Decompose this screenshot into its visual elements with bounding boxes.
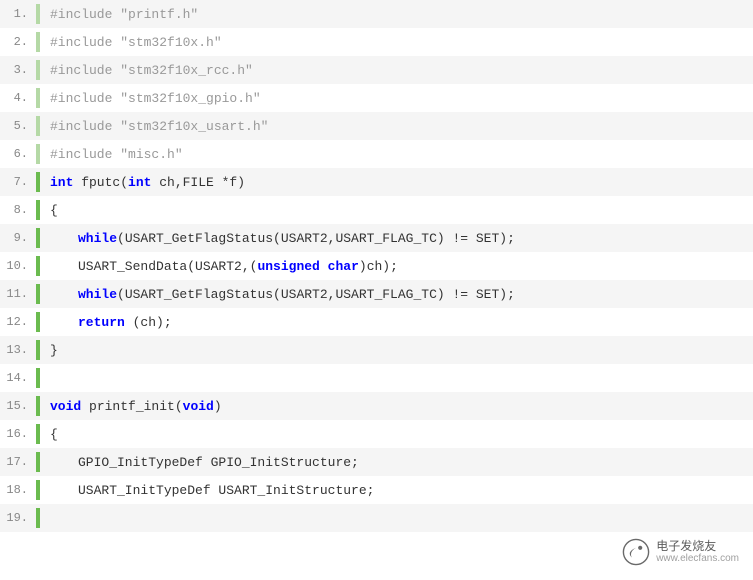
code-line[interactable]: 16. { xyxy=(0,420,753,448)
code-content: void printf_init(void) xyxy=(50,399,222,414)
code-line[interactable]: 6. #include "misc.h" xyxy=(0,140,753,168)
line-number: 6. xyxy=(0,147,36,161)
code-line[interactable]: 10. USART_SendData(USART2,(unsigned char)… xyxy=(0,252,753,280)
code-line[interactable]: 2. #include "stm32f10x.h" xyxy=(0,28,753,56)
watermark-title: 电子发烧友 xyxy=(656,539,739,553)
code-content: #include "stm32f10x_rcc.h" xyxy=(50,63,253,78)
code-content: while(USART_GetFlagStatus(USART2,USART_F… xyxy=(50,231,515,246)
code-line[interactable]: 11. while(USART_GetFlagStatus(USART2,USAR… xyxy=(0,280,753,308)
line-number: 17. xyxy=(0,455,36,469)
watermark-url: www.elecfans.com xyxy=(656,553,739,565)
line-marker xyxy=(36,396,40,416)
code-line[interactable]: 13.} xyxy=(0,336,753,364)
code-line[interactable]: 18. USART_InitTypeDef USART_InitStructure… xyxy=(0,476,753,504)
code-line[interactable]: 14. xyxy=(0,364,753,392)
code-line[interactable]: 7. int fputc(int ch,FILE *f) xyxy=(0,168,753,196)
line-marker xyxy=(36,144,40,164)
line-number: 1. xyxy=(0,7,36,21)
watermark: 电子发烧友 www.elecfans.com xyxy=(622,538,739,566)
line-marker xyxy=(36,452,40,472)
line-number: 9. xyxy=(0,231,36,245)
code-content: #include "misc.h" xyxy=(50,147,183,162)
code-line[interactable]: 15. void printf_init(void) xyxy=(0,392,753,420)
line-marker xyxy=(36,88,40,108)
code-content: } xyxy=(50,343,58,358)
line-number: 18. xyxy=(0,483,36,497)
code-content: GPIO_InitTypeDef GPIO_InitStructure; xyxy=(50,455,359,470)
code-line[interactable]: 9. while(USART_GetFlagStatus(USART2,USART… xyxy=(0,224,753,252)
line-number: 13. xyxy=(0,343,36,357)
code-content: USART_InitTypeDef USART_InitStructure; xyxy=(50,483,374,498)
line-marker xyxy=(36,256,40,276)
line-number: 10. xyxy=(0,259,36,273)
code-content: #include "stm32f10x_usart.h" xyxy=(50,119,268,134)
line-marker xyxy=(36,340,40,360)
line-number: 2. xyxy=(0,35,36,49)
code-content: { xyxy=(50,427,58,442)
line-marker xyxy=(36,508,40,528)
line-marker xyxy=(36,32,40,52)
code-content: int fputc(int ch,FILE *f) xyxy=(50,175,245,190)
code-editor: 1. #include "printf.h" 2. #include "stm32f1… xyxy=(0,0,753,532)
line-marker xyxy=(36,424,40,444)
code-line[interactable]: 19. xyxy=(0,504,753,532)
code-content xyxy=(50,371,58,386)
code-line[interactable]: 4. #include "stm32f10x_gpio.h" xyxy=(0,84,753,112)
line-number: 3. xyxy=(0,63,36,77)
code-content: return (ch); xyxy=(50,315,172,330)
line-number: 7. xyxy=(0,175,36,189)
code-content xyxy=(50,511,58,526)
line-marker xyxy=(36,312,40,332)
line-number: 12. xyxy=(0,315,36,329)
line-marker xyxy=(36,4,40,24)
line-marker xyxy=(36,200,40,220)
line-number: 16. xyxy=(0,427,36,441)
line-number: 11. xyxy=(0,287,36,301)
line-number: 4. xyxy=(0,91,36,105)
line-number: 5. xyxy=(0,119,36,133)
line-number: 14. xyxy=(0,371,36,385)
line-marker xyxy=(36,284,40,304)
line-marker xyxy=(36,368,40,388)
line-number: 15. xyxy=(0,399,36,413)
code-content: while(USART_GetFlagStatus(USART2,USART_F… xyxy=(50,287,515,302)
code-content: USART_SendData(USART2,(unsigned char)ch)… xyxy=(50,259,398,274)
code-line[interactable]: 3. #include "stm32f10x_rcc.h" xyxy=(0,56,753,84)
code-content: #include "stm32f10x_gpio.h" xyxy=(50,91,261,106)
code-content: { xyxy=(50,203,58,218)
code-line[interactable]: 12. return (ch); xyxy=(0,308,753,336)
line-marker xyxy=(36,116,40,136)
code-line[interactable]: 8. { xyxy=(0,196,753,224)
code-line[interactable]: 1. #include "printf.h" xyxy=(0,0,753,28)
code-content: #include "stm32f10x.h" xyxy=(50,35,222,50)
code-line[interactable]: 17. GPIO_InitTypeDef GPIO_InitStructure; xyxy=(0,448,753,476)
line-marker xyxy=(36,172,40,192)
line-marker xyxy=(36,60,40,80)
line-number: 19. xyxy=(0,511,36,525)
line-marker xyxy=(36,228,40,248)
line-marker xyxy=(36,480,40,500)
code-content: #include "printf.h" xyxy=(50,7,198,22)
code-line[interactable]: 5. #include "stm32f10x_usart.h" xyxy=(0,112,753,140)
line-number: 8. xyxy=(0,203,36,217)
watermark-logo-icon xyxy=(622,538,650,566)
